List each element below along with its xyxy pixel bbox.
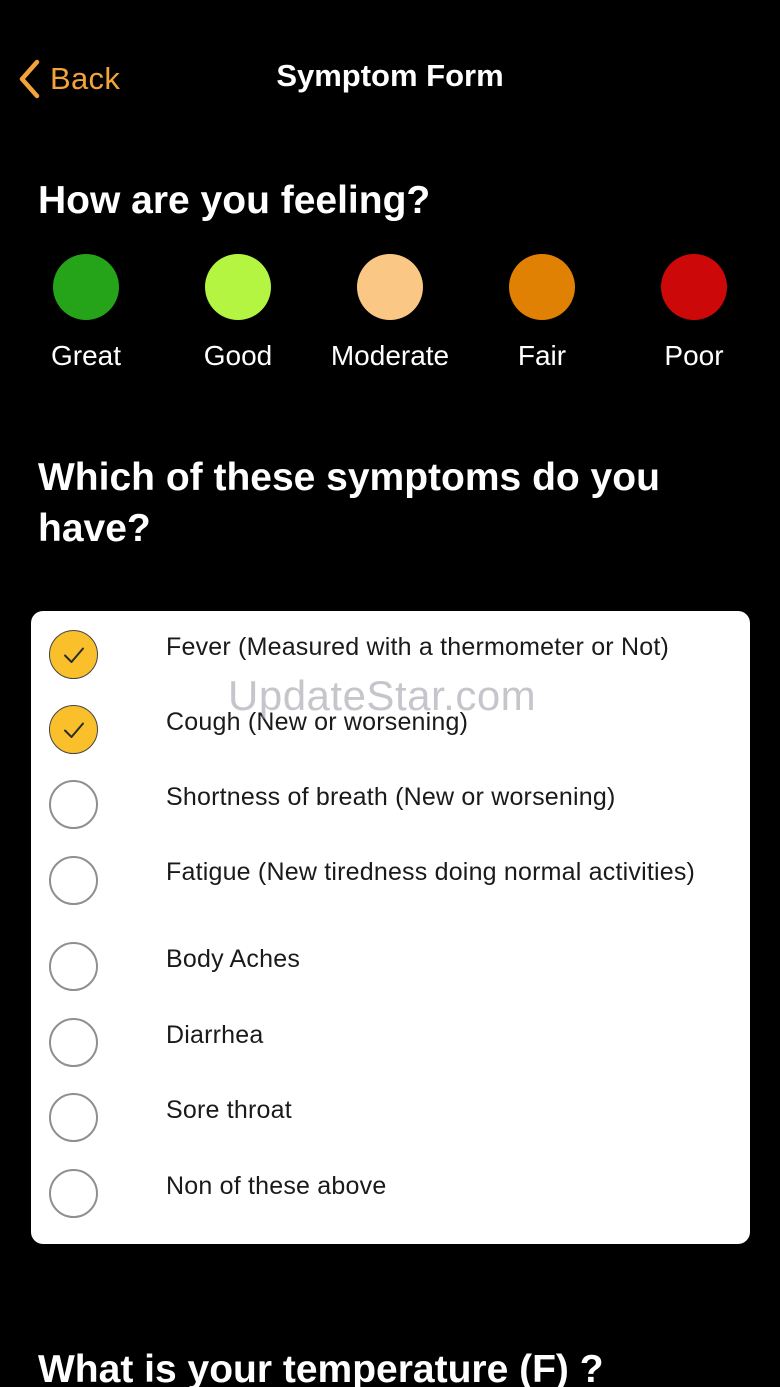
- symptom-checkbox[interactable]: [49, 1169, 98, 1218]
- feeling-label-fair: Fair: [517, 340, 567, 371]
- feeling-dot-fair: [509, 254, 575, 320]
- feeling-label-good: Good: [203, 340, 273, 371]
- symptom-checkbox[interactable]: [49, 856, 98, 905]
- feeling-option-fair[interactable]: Fair: [466, 254, 618, 384]
- symptom-checkbox[interactable]: [49, 942, 98, 991]
- symptom-item-cough[interactable]: Cough (New or worsening): [31, 687, 750, 763]
- feeling-dot-great: [53, 254, 119, 320]
- feeling-dot-good: [205, 254, 271, 320]
- feeling-label-poor: Poor: [664, 340, 724, 371]
- feeling-option-great[interactable]: Great: [10, 254, 162, 384]
- symptom-item-fever[interactable]: Fever (Measured with a thermometer or No…: [31, 611, 750, 687]
- symptom-label: Fatigue (New tiredness doing normal acti…: [166, 858, 696, 886]
- navigation-bar: Back Symptom Form: [0, 0, 780, 160]
- symptom-label: Body Aches: [166, 945, 301, 973]
- symptom-checkbox[interactable]: [49, 1093, 98, 1142]
- symptom-label: Cough (New or worsening): [166, 708, 469, 736]
- feeling-options: Great Good Moderate Fair Poor: [10, 254, 770, 384]
- symptoms-card: Fever (Measured with a thermometer or No…: [31, 611, 750, 1244]
- symptom-item-none[interactable]: Non of these above: [31, 1169, 750, 1244]
- temperature-heading: What is your temperature (F) ?: [38, 1348, 604, 1387]
- symptom-label: Shortness of breath (New or worsening): [166, 783, 616, 811]
- symptom-label: Non of these above: [166, 1172, 387, 1200]
- symptom-checkbox[interactable]: [49, 1018, 98, 1067]
- symptom-checkbox[interactable]: [49, 630, 98, 679]
- symptom-form-screen: Back Symptom Form How are you feeling? G…: [0, 0, 780, 1387]
- symptom-label: Diarrhea: [166, 1021, 264, 1049]
- feeling-heading: How are you feeling?: [38, 179, 431, 222]
- feeling-option-poor[interactable]: Poor: [618, 254, 770, 384]
- feeling-option-good[interactable]: Good: [162, 254, 314, 384]
- symptom-item-sore-throat[interactable]: Sore throat: [31, 1093, 750, 1174]
- symptom-item-shortness-of-breath[interactable]: Shortness of breath (New or worsening): [31, 763, 750, 838]
- symptom-label: Fever (Measured with a thermometer or No…: [166, 633, 670, 661]
- checkmark-icon: [63, 722, 84, 738]
- symptom-checkbox[interactable]: [49, 705, 98, 754]
- symptom-label: Sore throat: [166, 1096, 292, 1124]
- feeling-dot-moderate: [357, 254, 423, 320]
- symptom-item-fatigue[interactable]: Fatigue (New tiredness doing normal acti…: [31, 838, 750, 947]
- symptoms-heading: Which of these symptoms do you have?: [38, 456, 660, 550]
- symptom-checkbox[interactable]: [49, 780, 98, 829]
- page-title: Symptom Form: [276, 58, 504, 93]
- feeling-label-moderate: Moderate: [330, 340, 450, 371]
- symptom-item-body-aches[interactable]: Body Aches: [31, 942, 750, 1023]
- feeling-option-moderate[interactable]: Moderate: [314, 254, 466, 384]
- feeling-dot-poor: [661, 254, 727, 320]
- symptom-item-diarrhea[interactable]: Diarrhea: [31, 1018, 750, 1098]
- feeling-label-great: Great: [50, 340, 122, 371]
- checkmark-icon: [63, 647, 84, 663]
